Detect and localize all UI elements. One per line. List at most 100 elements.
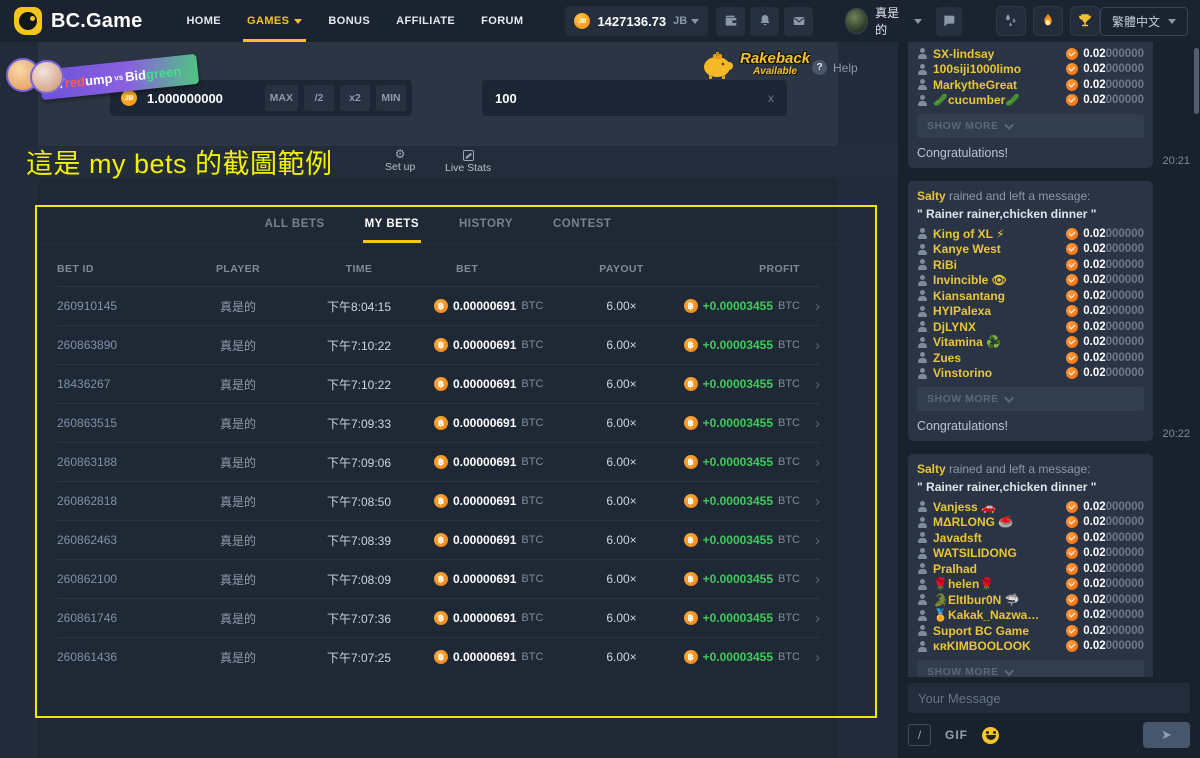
show-more-button[interactable]: SHOW MORE bbox=[917, 387, 1144, 411]
messages-button[interactable] bbox=[784, 7, 813, 36]
show-more-button[interactable]: SHOW MORE bbox=[917, 114, 1144, 138]
chat-username[interactable]: HYIPalexa bbox=[933, 304, 1061, 318]
rakeback-badge[interactable]: Rakeback Available bbox=[700, 48, 810, 80]
bet-id[interactable]: 260861746 bbox=[57, 611, 182, 625]
promo-banner[interactable]: Tredump vs Bidgreen bbox=[4, 46, 210, 106]
payout-input-group[interactable]: 100 x bbox=[482, 80, 787, 116]
max-button[interactable]: MAX bbox=[265, 85, 298, 111]
bet-profit-cell: ฿ +0.00003455 BTC bbox=[669, 533, 800, 547]
chat-message-input[interactable] bbox=[908, 691, 1190, 706]
bet-amount-cell: ฿ 0.00000691 BTC bbox=[424, 572, 574, 586]
min-button[interactable]: MIN bbox=[376, 85, 406, 111]
gif-button[interactable]: GIF bbox=[945, 728, 968, 742]
chevron-right-icon[interactable]: › bbox=[800, 415, 820, 432]
bet-id[interactable]: 260862818 bbox=[57, 494, 182, 508]
chat-username[interactable]: Kiansantang bbox=[933, 289, 1061, 303]
chat-username[interactable]: DjLYNX bbox=[933, 320, 1061, 334]
menu-item-home[interactable]: HOME bbox=[186, 0, 221, 42]
table-row[interactable]: 260863515 真是的 下午7:09:33 ฿ 0.00000691 BTC… bbox=[57, 403, 820, 442]
chat-username[interactable]: MΔRLONG 🥌 bbox=[933, 515, 1061, 529]
table-row[interactable]: 260862818 真是的 下午7:08:50 ฿ 0.00000691 BTC… bbox=[57, 481, 820, 520]
chevron-right-icon[interactable]: › bbox=[800, 493, 820, 510]
chevron-right-icon[interactable]: › bbox=[800, 610, 820, 627]
wallet-button[interactable] bbox=[716, 7, 745, 36]
table-row[interactable]: 260863890 真是的 下午7:10:22 ฿ 0.00000691 BTC… bbox=[57, 325, 820, 364]
chat-username[interactable]: ᴋʀKIMBOOLOOK bbox=[933, 639, 1061, 653]
chevron-right-icon[interactable]: › bbox=[800, 376, 820, 393]
setup-button[interactable]: ⚙ Set up bbox=[385, 148, 415, 173]
double-button[interactable]: x2 bbox=[340, 85, 370, 111]
chat-username[interactable]: 🥒cucumber🥒 bbox=[933, 93, 1061, 107]
chevron-right-icon[interactable]: › bbox=[800, 649, 820, 666]
chevron-right-icon[interactable]: › bbox=[800, 454, 820, 471]
table-row[interactable]: 260862100 真是的 下午7:08:09 ฿ 0.00000691 BTC… bbox=[57, 559, 820, 598]
send-message-button[interactable]: ➤ bbox=[1143, 722, 1190, 748]
chat-username[interactable]: Javadsft bbox=[933, 531, 1061, 545]
table-row[interactable]: 260863188 真是的 下午7:09:06 ฿ 0.00000691 BTC… bbox=[57, 442, 820, 481]
chat-username[interactable]: Kanye West bbox=[933, 242, 1061, 256]
tab-history[interactable]: HISTORY bbox=[457, 204, 515, 243]
chat-username[interactable]: WATSILIDONG bbox=[933, 546, 1061, 560]
contest-button[interactable] bbox=[1070, 6, 1100, 36]
half-button[interactable]: /2 bbox=[304, 85, 334, 111]
table-row[interactable]: 260861436 真是的 下午7:07:25 ฿ 0.00000691 BTC… bbox=[57, 637, 820, 676]
chat-username[interactable]: 🏅Kakak_Nazwa… bbox=[933, 608, 1061, 622]
chevron-right-icon[interactable]: › bbox=[800, 337, 820, 354]
menu-item-affiliate[interactable]: AFFILIATE bbox=[396, 0, 455, 42]
chat-username[interactable]: 🐊EltIbur0N 🦈 bbox=[933, 593, 1061, 607]
bet-id[interactable]: 260861436 bbox=[57, 650, 182, 664]
menu-item-forum[interactable]: FORUM bbox=[481, 0, 523, 42]
help-button[interactable]: ? Help bbox=[812, 60, 858, 75]
table-row[interactable]: 18436267 真是的 下午7:10:22 ฿ 0.00000691 BTC … bbox=[57, 364, 820, 403]
user-menu[interactable]: 真是的 bbox=[845, 4, 921, 38]
tab-all-bets[interactable]: ALL BETS bbox=[263, 204, 327, 243]
chat-username[interactable]: Vitamina ♻️ bbox=[933, 335, 1061, 349]
chat-username[interactable]: Zues bbox=[933, 351, 1061, 365]
payout-input[interactable]: 100 bbox=[495, 91, 768, 106]
balance-display[interactable]: JB 1427136.73 JB bbox=[565, 6, 708, 36]
chat-username[interactable]: 🌹helen🌹 bbox=[933, 577, 1061, 591]
table-row[interactable]: 260910145 真是的 下午8:04:15 ฿ 0.00000691 BTC… bbox=[57, 286, 820, 325]
chat-username[interactable]: MarkytheGreat bbox=[933, 78, 1061, 92]
chat-username[interactable]: King of XL ⚡ bbox=[933, 227, 1061, 241]
live-stats-button[interactable]: Live Stats bbox=[445, 148, 491, 174]
show-more-button[interactable]: SHOW MORE bbox=[917, 660, 1144, 677]
tab-contest[interactable]: CONTEST bbox=[551, 204, 613, 243]
chat-username[interactable]: RiBi bbox=[933, 258, 1061, 272]
bet-id[interactable]: 260863890 bbox=[57, 338, 182, 352]
bet-id[interactable]: 18436267 bbox=[57, 377, 182, 391]
bet-id[interactable]: 260862463 bbox=[57, 533, 182, 547]
table-row[interactable]: 260861746 真是的 下午7:07:36 ฿ 0.00000691 BTC… bbox=[57, 598, 820, 637]
chat-username[interactable]: SX-lindsay bbox=[933, 47, 1061, 61]
notifications-button[interactable] bbox=[750, 7, 779, 36]
currency-selector[interactable]: JB bbox=[673, 15, 699, 27]
chat-username[interactable]: Pralhad bbox=[933, 562, 1061, 576]
bet-id[interactable]: 260862100 bbox=[57, 572, 182, 586]
chat-username[interactable]: 100siji1000limo bbox=[933, 62, 1061, 76]
language-selector[interactable]: 繁體中文 bbox=[1100, 7, 1188, 36]
chat-username[interactable]: Vinstorino bbox=[933, 366, 1061, 380]
rain-button[interactable] bbox=[996, 6, 1026, 36]
chat-scrollbar[interactable] bbox=[1194, 48, 1199, 114]
menu-item-games[interactable]: GAMES bbox=[247, 0, 302, 42]
bet-id[interactable]: 260863515 bbox=[57, 416, 182, 430]
tab-my-bets[interactable]: MY BETS bbox=[363, 204, 421, 243]
bet-id[interactable]: 260910145 bbox=[57, 299, 182, 313]
question-mark-icon: ? bbox=[812, 60, 827, 75]
chat-username[interactable]: Invincible 👁 bbox=[933, 273, 1061, 287]
table-row[interactable]: 260862463 真是的 下午7:08:39 ฿ 0.00000691 BTC… bbox=[57, 520, 820, 559]
hot-coin-button[interactable]: ฿ bbox=[1033, 6, 1063, 36]
coin-icon bbox=[1066, 609, 1078, 621]
emoji-picker-button[interactable] bbox=[982, 727, 999, 744]
chevron-right-icon[interactable]: › bbox=[800, 298, 820, 315]
menu-item-bonus[interactable]: BONUS bbox=[328, 0, 370, 42]
slash-commands-button[interactable]: / bbox=[908, 724, 931, 746]
btc-coin-icon: ฿ bbox=[434, 299, 448, 313]
chevron-right-icon[interactable]: › bbox=[800, 532, 820, 549]
chat-toggle-button[interactable] bbox=[936, 7, 962, 36]
brand-logo[interactable]: BC.Game bbox=[14, 7, 142, 35]
chat-username[interactable]: Suport BC Game bbox=[933, 624, 1061, 638]
chevron-right-icon[interactable]: › bbox=[800, 571, 820, 588]
bet-id[interactable]: 260863188 bbox=[57, 455, 182, 469]
chat-username[interactable]: Vanjess 🚗 bbox=[933, 500, 1061, 514]
